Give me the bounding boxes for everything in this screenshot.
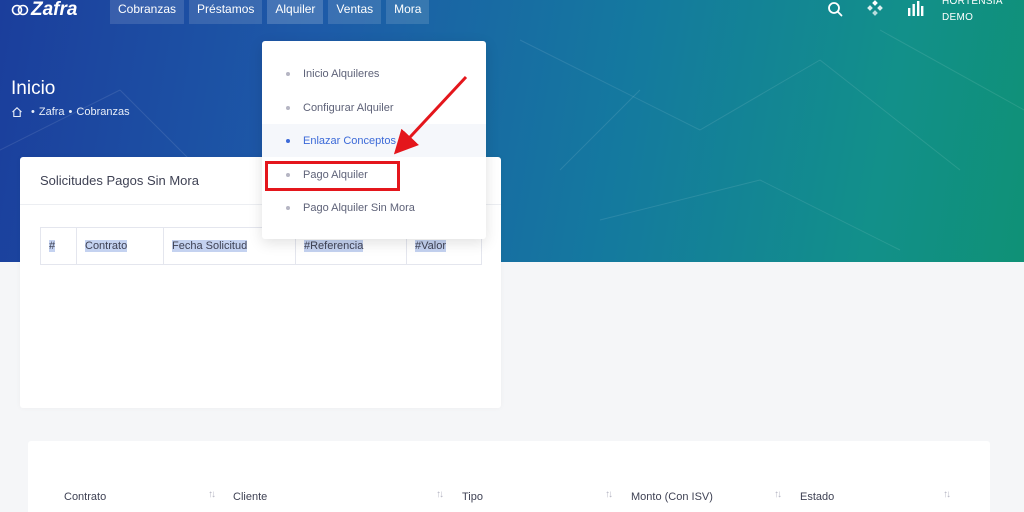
menu-item-pago-alquiler-sin-mora[interactable]: Pago Alquiler Sin Mora <box>262 191 486 224</box>
menu-item-label: Pago Alquiler Sin Mora <box>303 201 415 214</box>
top-navbar: Zafra Cobranzas Préstamos Alquiler Venta… <box>0 0 1024 28</box>
bullet-icon <box>286 138 290 143</box>
chart-icon[interactable] <box>906 0 924 18</box>
sort-icon[interactable]: ↑↓ <box>436 489 444 500</box>
home-icon[interactable] <box>11 106 23 118</box>
breadcrumb-zafra[interactable]: Zafra <box>39 106 65 118</box>
col2-estado[interactable]: Estado <box>800 491 834 503</box>
col-contrato-label: Contrato <box>85 240 128 252</box>
menu-item-enlazar-conceptos[interactable]: Enlazar Conceptos <box>262 124 486 157</box>
nav-prestamos[interactable]: Préstamos <box>189 0 263 24</box>
nav-alquiler[interactable]: Alquiler <box>267 0 324 24</box>
bullet-icon <box>286 205 290 210</box>
sort-icon[interactable]: ↑↓ <box>943 489 951 500</box>
main-nav: Cobranzas Préstamos Alquiler Ventas Mora <box>110 0 434 24</box>
user-name: HORTENSIA <box>942 0 1003 7</box>
solicitudes-title: Solicitudes Pagos Sin Mora <box>40 173 199 188</box>
sort-icon[interactable]: ↑↓ <box>774 489 782 500</box>
contratos-card: Contrato ↑↓ Cliente ↑↓ Tipo ↑↓ Monto (Co… <box>28 441 990 512</box>
col-referencia-label: #Referencia <box>304 240 364 252</box>
nav-ventas[interactable]: Ventas <box>328 0 382 24</box>
nav-cobranzas[interactable]: Cobranzas <box>110 0 185 24</box>
col-hash-label: # <box>49 240 56 252</box>
user-menu[interactable]: HORTENSIA DEMO <box>942 0 1003 26</box>
bullet-icon <box>286 71 290 76</box>
app-logo[interactable]: Zafra <box>11 0 77 20</box>
sort-icon[interactable]: ↑↓ <box>605 489 613 500</box>
col-contrato[interactable]: Contrato <box>76 227 164 265</box>
sort-icon[interactable]: ↑↓ <box>208 489 216 500</box>
col2-monto[interactable]: Monto (Con ISV) <box>631 491 713 503</box>
apps-icon[interactable] <box>866 0 884 18</box>
breadcrumb-separator: • <box>68 106 73 118</box>
menu-item-inicio-alquileres[interactable]: Inicio Alquileres <box>262 57 486 90</box>
menu-item-label: Configurar Alquiler <box>303 101 394 114</box>
highlight-box <box>265 161 400 191</box>
col-hash[interactable]: # <box>40 227 77 265</box>
col-valor-label: #Valor <box>415 240 446 252</box>
col2-tipo[interactable]: Tipo <box>462 491 483 503</box>
user-role: DEMO <box>942 12 974 23</box>
bullet-icon <box>286 105 290 110</box>
col2-contrato[interactable]: Contrato <box>64 491 106 503</box>
logo-icon <box>11 4 29 16</box>
col-fecha-label: Fecha Solicitud <box>172 240 248 252</box>
menu-item-configurar-alquiler[interactable]: Configurar Alquiler <box>262 91 486 124</box>
nav-mora[interactable]: Mora <box>386 0 430 24</box>
menu-item-label: Enlazar Conceptos <box>303 134 396 147</box>
col2-cliente[interactable]: Cliente <box>233 491 267 503</box>
alquiler-dropdown-menu: Inicio Alquileres Configurar Alquiler En… <box>262 41 486 239</box>
search-icon[interactable] <box>826 0 844 18</box>
breadcrumb: • Zafra • Cobranzas <box>11 106 130 118</box>
logo-text: Zafra <box>31 0 78 20</box>
page-title: Inicio <box>11 78 56 99</box>
breadcrumb-cobranzas[interactable]: Cobranzas <box>76 106 129 118</box>
breadcrumb-separator: • <box>31 106 35 118</box>
menu-item-label: Inicio Alquileres <box>303 67 380 80</box>
